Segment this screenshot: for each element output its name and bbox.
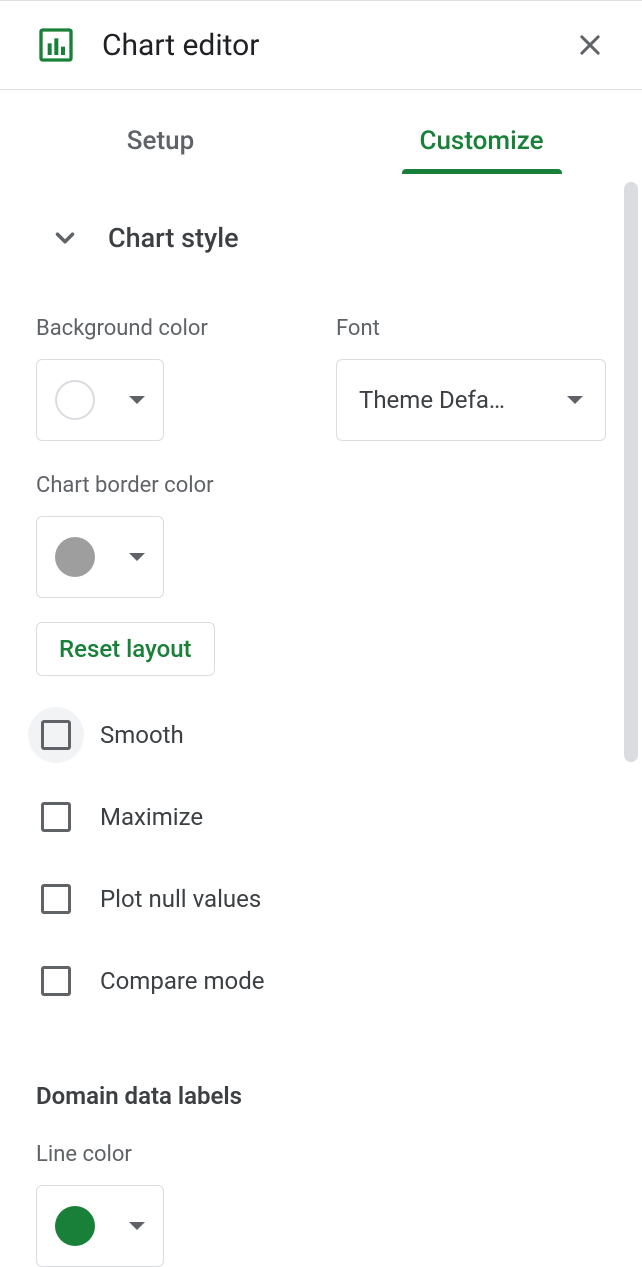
group-domain-data-labels: Domain data labels [36, 1082, 606, 1110]
tab-setup[interactable]: Setup [0, 106, 321, 174]
checkbox-maximize-label: Maximize [100, 803, 203, 831]
checkbox-plot-null-label: Plot null values [100, 885, 261, 913]
checkbox-compare[interactable]: Compare mode [36, 940, 606, 1022]
border-color-swatch [55, 537, 95, 577]
font-label: Font [336, 316, 606, 341]
border-color-select[interactable] [36, 516, 164, 598]
font-select[interactable]: Theme Defa… [336, 359, 606, 441]
checkbox-maximize[interactable]: Maximize [36, 776, 606, 858]
scrollbar[interactable] [624, 182, 638, 762]
checkbox-icon [41, 884, 71, 914]
checkbox-smooth-label: Smooth [100, 721, 184, 749]
checkbox-plot-null[interactable]: Plot null values [36, 858, 606, 940]
checkbox-icon [41, 966, 71, 996]
section-chart-style-header[interactable]: Chart style [36, 174, 606, 264]
checkbox-smooth[interactable]: Smooth [36, 694, 606, 776]
panel-body: Chart style Background color Font Theme … [0, 174, 642, 1234]
section-chart-style-title: Chart style [108, 222, 239, 254]
checkbox-icon [41, 720, 71, 750]
tabs: Setup Customize [0, 106, 642, 174]
line-color-label: Line color [36, 1142, 606, 1167]
bg-color-label: Background color [36, 316, 306, 341]
chevron-down-icon [50, 223, 80, 253]
tab-customize[interactable]: Customize [321, 106, 642, 174]
reset-layout-button[interactable]: Reset layout [36, 622, 215, 676]
editor-header: Chart editor [0, 1, 642, 90]
line-color-select[interactable] [36, 1185, 164, 1267]
caret-icon [129, 1222, 145, 1230]
font-value: Theme Defa… [359, 386, 505, 414]
bg-color-select[interactable] [36, 359, 164, 441]
close-button[interactable] [568, 23, 612, 67]
caret-icon [129, 553, 145, 561]
border-color-label: Chart border color [36, 473, 606, 498]
chart-icon [36, 25, 76, 65]
checkbox-icon [41, 802, 71, 832]
caret-icon [567, 396, 583, 404]
caret-icon [129, 396, 145, 404]
checkbox-compare-label: Compare mode [100, 967, 264, 995]
line-color-swatch [55, 1206, 95, 1246]
close-icon [576, 31, 604, 59]
bg-color-swatch [55, 380, 95, 420]
editor-title: Chart editor [102, 28, 568, 63]
